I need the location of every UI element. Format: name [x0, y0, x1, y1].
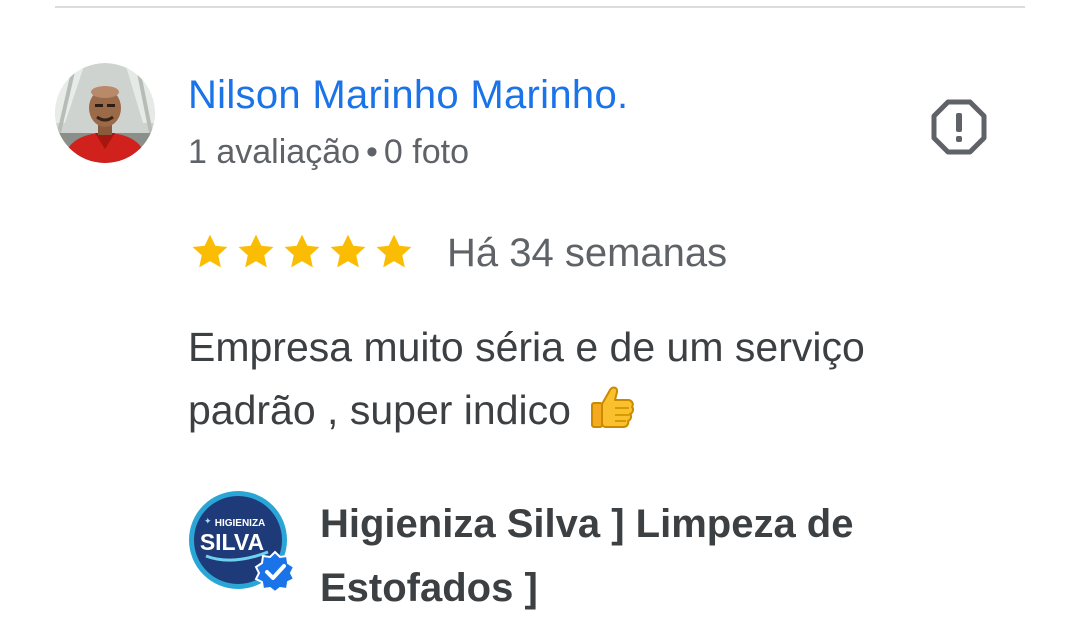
star-icon: [330, 234, 366, 268]
review-count: 1 avaliação: [188, 133, 361, 171]
business-logo[interactable]: HIGIENIZA SILVA ✦: [188, 490, 296, 592]
svg-text:✦: ✦: [204, 517, 212, 527]
star-icon: [376, 234, 412, 268]
report-icon: [931, 99, 987, 155]
reviewer-meta: 1 avaliação • 0 foto: [188, 130, 469, 174]
user-avatar-icon: [55, 63, 155, 163]
review-text: Empresa muito séria e de um serviço padr…: [188, 316, 988, 448]
business-name[interactable]: Higieniza Silva ] Limpeza de Estofados ]: [320, 492, 1020, 620]
reviewer-name-link[interactable]: Nilson Marinho Marinho.: [188, 70, 628, 120]
meta-separator: •: [366, 133, 378, 171]
review-body: Empresa muito séria e de um serviço padr…: [188, 324, 865, 433]
review-date: Há 34 semanas: [447, 231, 728, 275]
verified-badge-icon: [254, 550, 296, 592]
top-divider: [55, 6, 1025, 8]
thumbs-up-icon: [588, 382, 636, 448]
star-icon: [192, 234, 228, 268]
logo-text-top: HIGIENIZA: [215, 518, 266, 529]
star-rating: [188, 230, 416, 274]
star-icon: [284, 234, 320, 268]
report-review-button[interactable]: [928, 96, 990, 158]
star-icon: [238, 234, 274, 268]
reviewer-avatar[interactable]: [55, 63, 155, 163]
photo-count: 0 foto: [383, 133, 469, 171]
